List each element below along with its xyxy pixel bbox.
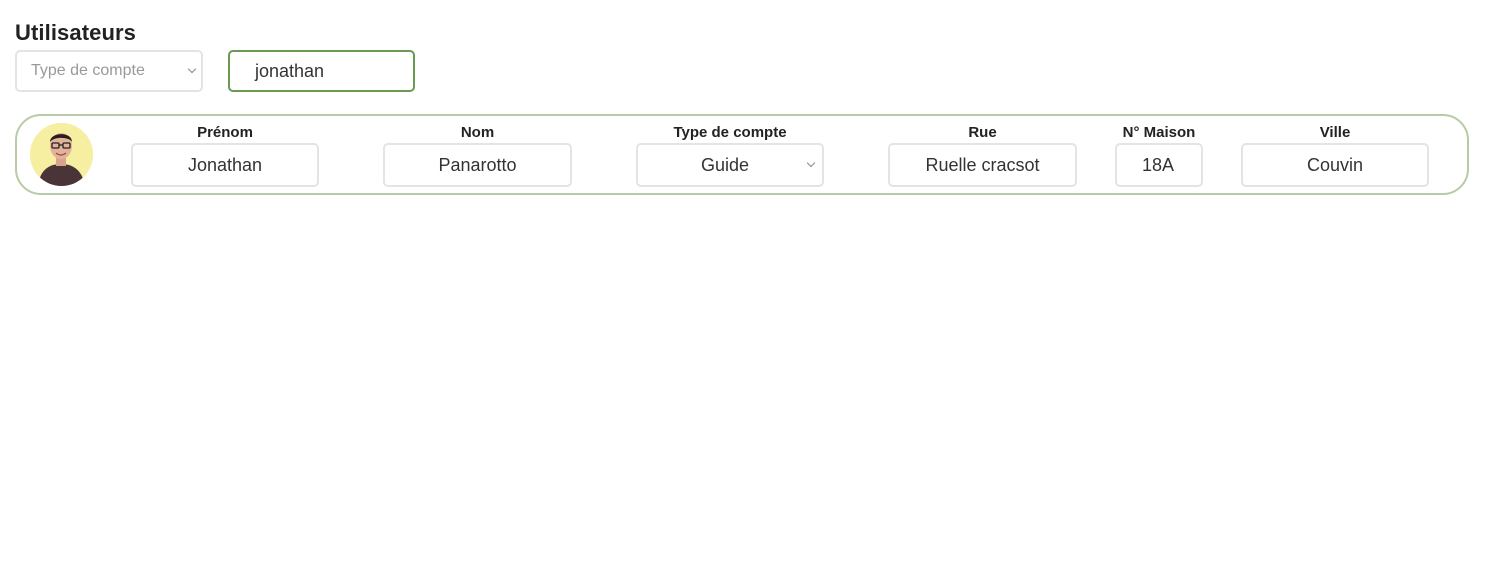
account-type-filter-select[interactable]: Type de compte [15, 50, 203, 92]
chevron-down-icon [806, 158, 816, 168]
account-type-select[interactable]: Guide [636, 143, 824, 187]
first-name-label: Prénom [197, 124, 253, 141]
first-name-value: Jonathan [187, 154, 263, 175]
city-label: Ville [1319, 124, 1351, 141]
account-type-value: Guide [700, 154, 750, 175]
city-input[interactable]: Couvin [1241, 143, 1429, 187]
avatar-image [30, 123, 93, 186]
page: Utilisateurs Type de compte jonathan Pré… [0, 0, 1486, 561]
page-title: Utilisateurs [15, 20, 137, 45]
street-label: Rue [968, 124, 997, 141]
house-number-label: N° Maison [1122, 124, 1196, 141]
user-card: Prénom Jonathan Nom Panarotto Type de co… [15, 114, 1469, 195]
city-value: Couvin [1306, 154, 1364, 175]
chevron-down-icon [187, 64, 197, 74]
last-name-input[interactable]: Panarotto [383, 143, 572, 187]
last-name-value: Panarotto [438, 154, 517, 175]
street-input[interactable]: Ruelle cracsot [888, 143, 1077, 187]
house-number-input[interactable]: 18A [1115, 143, 1203, 187]
house-number-value: 18A [1142, 154, 1175, 175]
first-name-input[interactable]: Jonathan [131, 143, 319, 187]
street-value: Ruelle cracsot [925, 154, 1040, 175]
last-name-label: Nom [460, 124, 495, 141]
search-input[interactable]: jonathan [228, 50, 415, 92]
account-type-label: Type de compte [673, 124, 787, 141]
account-type-filter-placeholder: Type de compte [31, 62, 145, 79]
avatar [30, 123, 93, 186]
search-input-value: jonathan [255, 60, 325, 81]
